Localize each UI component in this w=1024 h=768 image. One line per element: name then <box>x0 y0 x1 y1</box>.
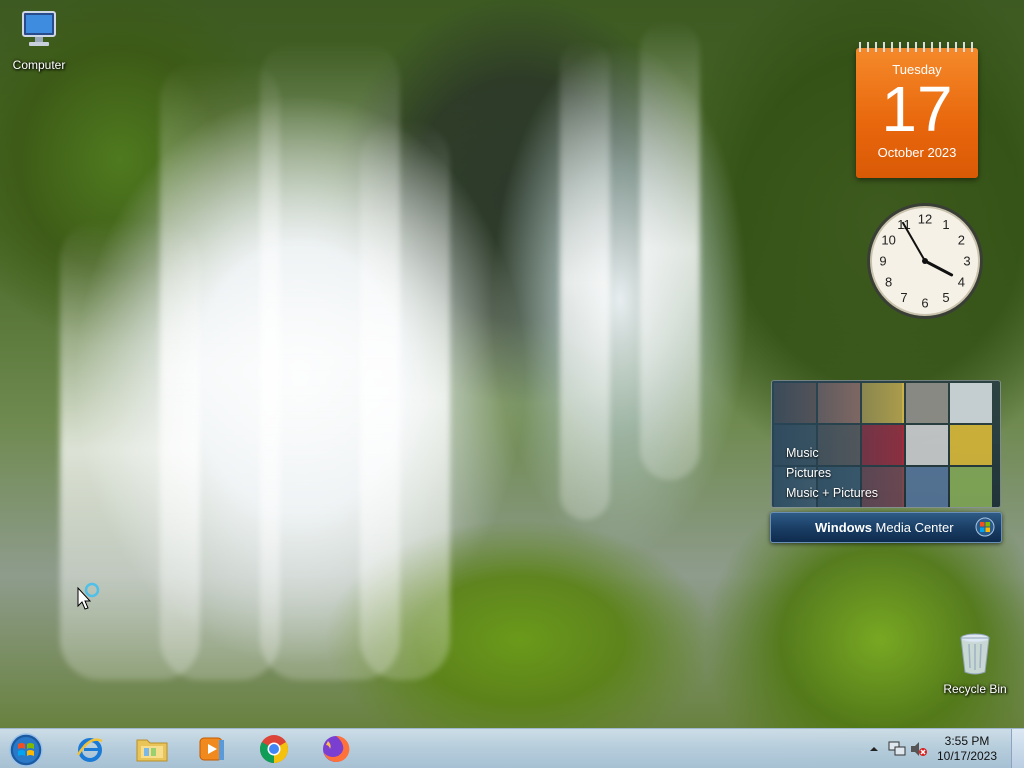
taskbar: 3:55 PM 10/17/2023 <box>0 728 1024 768</box>
media-thumbnail <box>906 425 948 465</box>
clock-gadget[interactable]: 121234567891011 <box>864 200 986 322</box>
start-button[interactable] <box>6 731 46 767</box>
chrome-icon <box>260 735 288 763</box>
desktop-icon-label: Computer <box>12 58 66 72</box>
calendar-day-number: 17 <box>881 73 953 145</box>
media-thumbnail <box>950 383 992 423</box>
show-hidden-icons-arrow[interactable] <box>870 745 878 753</box>
desktop-icon-label: Recycle Bin <box>943 682 1007 696</box>
clock-numeral: 12 <box>918 212 932 227</box>
taskbar-date: 10/17/2023 <box>936 749 998 763</box>
internet-explorer-icon <box>76 738 103 762</box>
clock-numeral: 8 <box>885 275 892 290</box>
clock-center <box>922 258 928 264</box>
calendar-binding <box>856 42 978 52</box>
calendar-month-year: October 2023 <box>877 145 957 160</box>
media-thumbnail <box>906 467 948 507</box>
media-menu-item-pictures[interactable]: Pictures <box>786 463 878 483</box>
taskbar-windows-explorer[interactable] <box>128 731 176 767</box>
computer-icon <box>22 11 56 46</box>
clock-numeral: 9 <box>879 254 886 269</box>
taskbar-clock[interactable]: 3:55 PM 10/17/2023 <box>932 734 1002 764</box>
clock-numeral: 4 <box>958 275 965 290</box>
firefox-icon <box>323 735 350 762</box>
show-desktop-button[interactable] <box>1011 729 1024 768</box>
media-thumbnail <box>906 383 948 423</box>
taskbar-internet-explorer[interactable] <box>66 731 114 767</box>
clock-numeral: 7 <box>900 290 907 305</box>
media-center-launch-bar[interactable]: Windows Media Center <box>770 512 1002 543</box>
recycle-bin-icon <box>960 633 990 675</box>
calendar-gadget[interactable]: Tuesday 17 October 2023 <box>856 42 978 178</box>
wallpaper-decoration <box>60 220 200 680</box>
wallpaper-decoration <box>640 20 700 480</box>
clock-numeral: 1 <box>942 217 949 232</box>
media-player-icon <box>199 737 224 761</box>
wallpaper-decoration <box>360 120 450 680</box>
taskbar-firefox[interactable] <box>312 731 360 767</box>
media-menu-item-music[interactable]: Music <box>786 443 878 463</box>
media-thumbnail <box>950 425 992 465</box>
media-thumbnail <box>950 467 992 507</box>
system-tray: 3:55 PM 10/17/2023 <box>864 729 1024 768</box>
clock-numeral: 5 <box>942 290 949 305</box>
media-center-gadget[interactable]: Music Pictures Music + Pictures <box>771 380 1001 508</box>
desktop[interactable]: Computer Recycle Bin Tuesday 17 October … <box>0 0 1024 768</box>
media-menu-item-music-pictures[interactable]: Music + Pictures <box>786 483 878 503</box>
windows-logo-icon <box>975 517 995 537</box>
clock-numeral: 6 <box>921 296 928 311</box>
desktop-icon-computer[interactable]: Computer <box>2 8 76 72</box>
network-icon[interactable] <box>888 740 906 758</box>
media-center-title: Windows Media Center <box>815 520 954 535</box>
clock-numeral: 10 <box>881 233 895 248</box>
clock-numeral: 2 <box>958 233 965 248</box>
taskbar-windows-media-player[interactable] <box>188 731 236 767</box>
busy-cursor-icon <box>77 582 100 610</box>
volume-muted-icon[interactable] <box>910 740 928 758</box>
taskbar-chrome[interactable] <box>250 731 298 767</box>
desktop-icon-recycle-bin[interactable]: Recycle Bin <box>938 630 1012 696</box>
taskbar-time: 3:55 PM <box>944 734 990 748</box>
media-menu: Music Pictures Music + Pictures <box>786 443 878 503</box>
clock-numeral: 3 <box>963 254 970 269</box>
folder-icon <box>136 739 168 762</box>
wallpaper-decoration <box>560 40 610 520</box>
